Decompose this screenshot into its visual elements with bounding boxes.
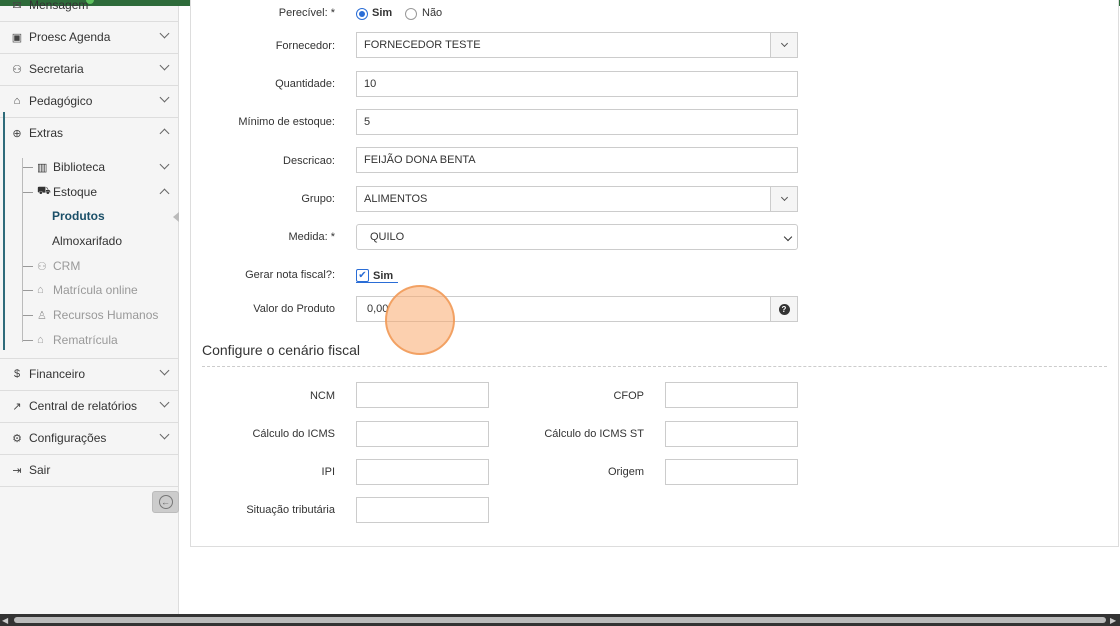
book-icon: ▥ [37, 161, 48, 174]
truck-icon: ⛟ [37, 185, 51, 197]
check-icon: ✔ [358, 270, 367, 281]
grupo-label: Grupo: [301, 193, 335, 205]
sign-out-icon: ⇥ [12, 464, 22, 477]
fiscal-section-title: Configure o cenário fiscal [202, 342, 360, 358]
grupo-select[interactable]: ALIMENTOS [356, 186, 798, 212]
sidebar-subitem-produtos[interactable]: Produtos [52, 205, 105, 227]
graduation-cap-icon: ⌂ [37, 334, 44, 346]
sidebar-item-pedagogico[interactable]: ⌂ Pedagógico [0, 86, 178, 116]
fornecedor-dropdown-button[interactable] [770, 33, 797, 57]
fornecedor-select[interactable]: FORNECEDOR TESTE [356, 32, 798, 58]
minimo-estoque-input[interactable]: 5 [356, 109, 798, 135]
ncm-label: NCM [309, 390, 335, 402]
valor-produto-label: Valor do Produto [253, 303, 335, 315]
section-divider [202, 366, 1107, 367]
fornecedor-value: FORNECEDOR TESTE [364, 39, 481, 51]
divider [0, 486, 178, 487]
perecivel-yes-label: Sim [372, 7, 393, 19]
origem-label: Origem [607, 466, 644, 478]
situacao-tributaria-input[interactable] [356, 497, 489, 523]
sidebar-subitem-rematricula[interactable]: ⌂ Rematrícula [23, 329, 118, 351]
plus-circle-icon: ⊕ [12, 127, 22, 140]
situacao-tributaria-label: Situação tributária [246, 504, 335, 516]
icms-st-input[interactable] [665, 421, 798, 447]
icms-label: Cálculo do ICMS [252, 428, 335, 440]
sidebar-item-financeiro[interactable]: $ Financeiro [0, 359, 178, 389]
cfop-label: CFOP [613, 390, 644, 402]
users-icon: ⚇ [37, 260, 47, 273]
sidebar-subitem-almoxarifado[interactable]: Almoxarifado [52, 230, 122, 252]
quantidade-label: Quantidade: [275, 78, 335, 90]
gerar-nota-value: Sim [373, 270, 394, 282]
scroll-right-icon[interactable]: ▶ [1110, 616, 1116, 625]
valor-help-button[interactable]: ? [770, 297, 797, 321]
scroll-left-icon[interactable]: ◀ [2, 616, 8, 625]
active-caret-icon [173, 212, 179, 222]
origem-input[interactable] [665, 459, 798, 485]
checkbox-underline [356, 282, 398, 283]
chevron-down-icon [783, 232, 793, 242]
quantidade-input[interactable]: 10 [356, 71, 798, 97]
icms-st-label: Cálculo do ICMS ST [544, 428, 644, 440]
perecivel-no-label: Não [422, 7, 443, 19]
descricao-input[interactable]: FEIJÃO DONA BENTA [356, 147, 798, 173]
gerar-nota-checkbox[interactable]: ✔ [356, 269, 369, 282]
perecivel-no-radio[interactable] [405, 8, 417, 20]
chevron-down-icon [780, 193, 788, 202]
graduation-cap-icon: ⌂ [13, 95, 21, 107]
chevron-down-icon [159, 92, 170, 103]
chevron-down-icon [159, 28, 170, 39]
message-icon: ✉ [12, 0, 22, 12]
medida-value: QUILO [370, 231, 405, 243]
chevron-up-icon [159, 128, 170, 139]
chevron-down-icon [159, 365, 170, 376]
users-icon: ⚇ [12, 63, 22, 76]
sidebar-subitem-crm[interactable]: ⚇ CRM [22, 255, 80, 277]
perecivel-label: Perecível: * [278, 7, 335, 19]
descricao-label: Descricao: [283, 155, 335, 167]
perecivel-yes-radio[interactable] [356, 8, 368, 20]
line-chart-icon: ↗ [12, 400, 22, 413]
sidebar-subitem-matricula-online[interactable]: ⌂ Matrícula online [23, 279, 138, 301]
grupo-value: ALIMENTOS [364, 193, 428, 205]
graduation-cap-icon: ⌂ [37, 284, 44, 296]
question-circle-icon: ? [778, 303, 790, 315]
minimo-estoque-label: Mínimo de estoque: [238, 116, 335, 128]
chevron-down-icon [780, 39, 788, 48]
cfop-input[interactable] [665, 382, 798, 408]
medida-label: Medida: * [288, 231, 335, 243]
click-indicator [385, 285, 455, 355]
chevron-down-icon [159, 60, 170, 71]
dollar-circle-icon: $ [13, 368, 21, 380]
grupo-dropdown-button[interactable] [770, 187, 797, 211]
calendar-icon: ▣ [11, 31, 23, 44]
fornecedor-label: Fornecedor: [275, 40, 335, 52]
gear-icon: ⚙ [12, 432, 22, 445]
medida-select[interactable]: QUILO [356, 224, 798, 250]
person-icon: ♙ [37, 309, 47, 322]
scrollbar-thumb[interactable] [14, 617, 1106, 623]
ipi-label: IPI [321, 466, 335, 478]
gerar-nota-label: Gerar nota fiscal?: [245, 269, 335, 281]
